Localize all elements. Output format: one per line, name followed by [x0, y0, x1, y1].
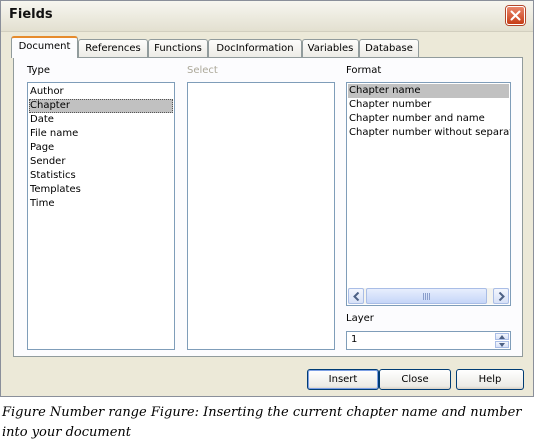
select-label: Select — [187, 65, 218, 76]
layer-value[interactable]: 1 — [351, 334, 357, 345]
window-close-button[interactable] — [506, 6, 525, 25]
spin-up-icon — [499, 335, 505, 339]
select-listbox[interactable] — [187, 82, 335, 350]
tab-functions[interactable]: Functions — [148, 39, 208, 58]
scroll-right-button[interactable] — [493, 288, 509, 304]
dialog-title: Fields — [9, 7, 53, 22]
grip-icon — [422, 293, 432, 300]
tab-docinformation[interactable]: DocInformation — [208, 39, 302, 58]
title-bar: Fields — [1, 1, 533, 32]
help-button[interactable]: Help — [456, 369, 524, 390]
type-item-author[interactable]: Author — [29, 85, 173, 99]
layer-label: Layer — [346, 313, 374, 324]
close-button[interactable]: Close — [379, 369, 451, 390]
format-item-chapter-number-and-name[interactable]: Chapter number and name — [348, 112, 509, 126]
type-item-date[interactable]: Date — [29, 113, 173, 127]
format-item-chapter-name[interactable]: Chapter name — [348, 84, 509, 98]
tab-variables[interactable]: Variables — [302, 39, 359, 58]
tab-references[interactable]: References — [78, 39, 148, 58]
type-item-templates[interactable]: Templates — [29, 183, 173, 197]
tab-document[interactable]: Document — [11, 36, 78, 58]
arrow-left-icon — [353, 292, 360, 301]
scroll-thumb[interactable] — [366, 288, 487, 304]
format-item-chapter-number[interactable]: Chapter number — [348, 98, 509, 112]
type-item-time[interactable]: Time — [29, 197, 173, 211]
insert-button[interactable]: Insert — [307, 369, 379, 390]
spin-down-button[interactable] — [495, 341, 509, 348]
spin-down-icon — [499, 343, 505, 347]
type-item-page[interactable]: Page — [29, 141, 173, 155]
type-listbox[interactable]: Author Chapter Date File name Page Sende… — [27, 82, 175, 350]
format-horizontal-scrollbar[interactable] — [348, 288, 509, 304]
fields-dialog: Fields Document References Functions Doc… — [0, 0, 534, 397]
figure-caption: Figure Number range Figure: Inserting th… — [2, 405, 522, 440]
type-item-statistics[interactable]: Statistics — [29, 169, 173, 183]
format-listbox[interactable]: Chapter name Chapter number Chapter numb… — [346, 82, 511, 306]
scroll-left-button[interactable] — [348, 288, 364, 304]
type-label: Type — [27, 65, 50, 76]
tab-database[interactable]: Database — [359, 39, 419, 58]
format-label: Format — [346, 65, 382, 76]
type-item-sender[interactable]: Sender — [29, 155, 173, 169]
close-icon — [510, 10, 521, 21]
layer-spinbox[interactable]: 1 — [346, 331, 511, 350]
type-item-file-name[interactable]: File name — [29, 127, 173, 141]
spin-up-button[interactable] — [495, 333, 509, 340]
format-item-chapter-number-without-separator[interactable]: Chapter number without separator — [348, 126, 510, 140]
arrow-right-icon — [498, 292, 505, 301]
type-item-chapter[interactable]: Chapter — [29, 99, 173, 113]
